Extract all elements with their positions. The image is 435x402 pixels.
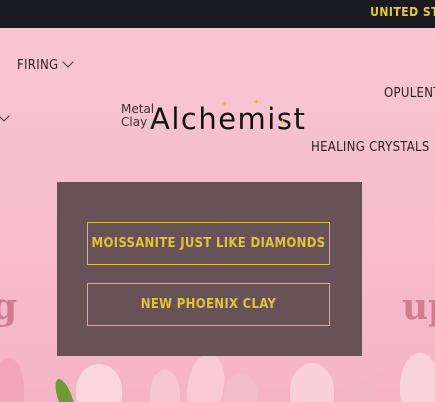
phoenix-clay-button[interactable]: NEW PHOENIX CLAY	[87, 283, 330, 326]
hero-right-fragment: up	[402, 286, 435, 328]
chevron-down-icon	[0, 110, 10, 122]
announcement-bar: UNITED ST	[0, 0, 435, 28]
sparkle-icon: ✦	[221, 100, 228, 110]
sparkle-icon: ✦	[279, 118, 286, 128]
site-logo[interactable]: Metal Clay Alchemist ✦ ✦ ✦	[121, 98, 305, 140]
nav-item-label: FIRING	[17, 58, 59, 73]
hero-section: g up FIRING OPULENT HEALING CRYSTALS Met…	[0, 28, 435, 402]
nav-item-healing-crystals[interactable]: HEALING CRYSTALS	[311, 140, 430, 155]
nav-item-dropdown-left[interactable]	[0, 110, 10, 127]
moissanite-button[interactable]: MOISSANITE JUST LIKE DIAMONDS	[87, 222, 330, 265]
nav-item-opulent[interactable]: OPULENT	[384, 86, 435, 101]
nav-item-firing[interactable]: FIRING	[17, 56, 75, 73]
announcement-text: UNITED ST	[370, 5, 435, 19]
sparkle-icon: ✦	[253, 98, 260, 108]
logo-line-clay: Clay	[121, 115, 148, 129]
chevron-down-icon	[62, 56, 75, 68]
promo-panel: MOISSANITE JUST LIKE DIAMONDS NEW PHOENI…	[57, 182, 362, 356]
hero-left-fragment: g	[0, 286, 18, 328]
